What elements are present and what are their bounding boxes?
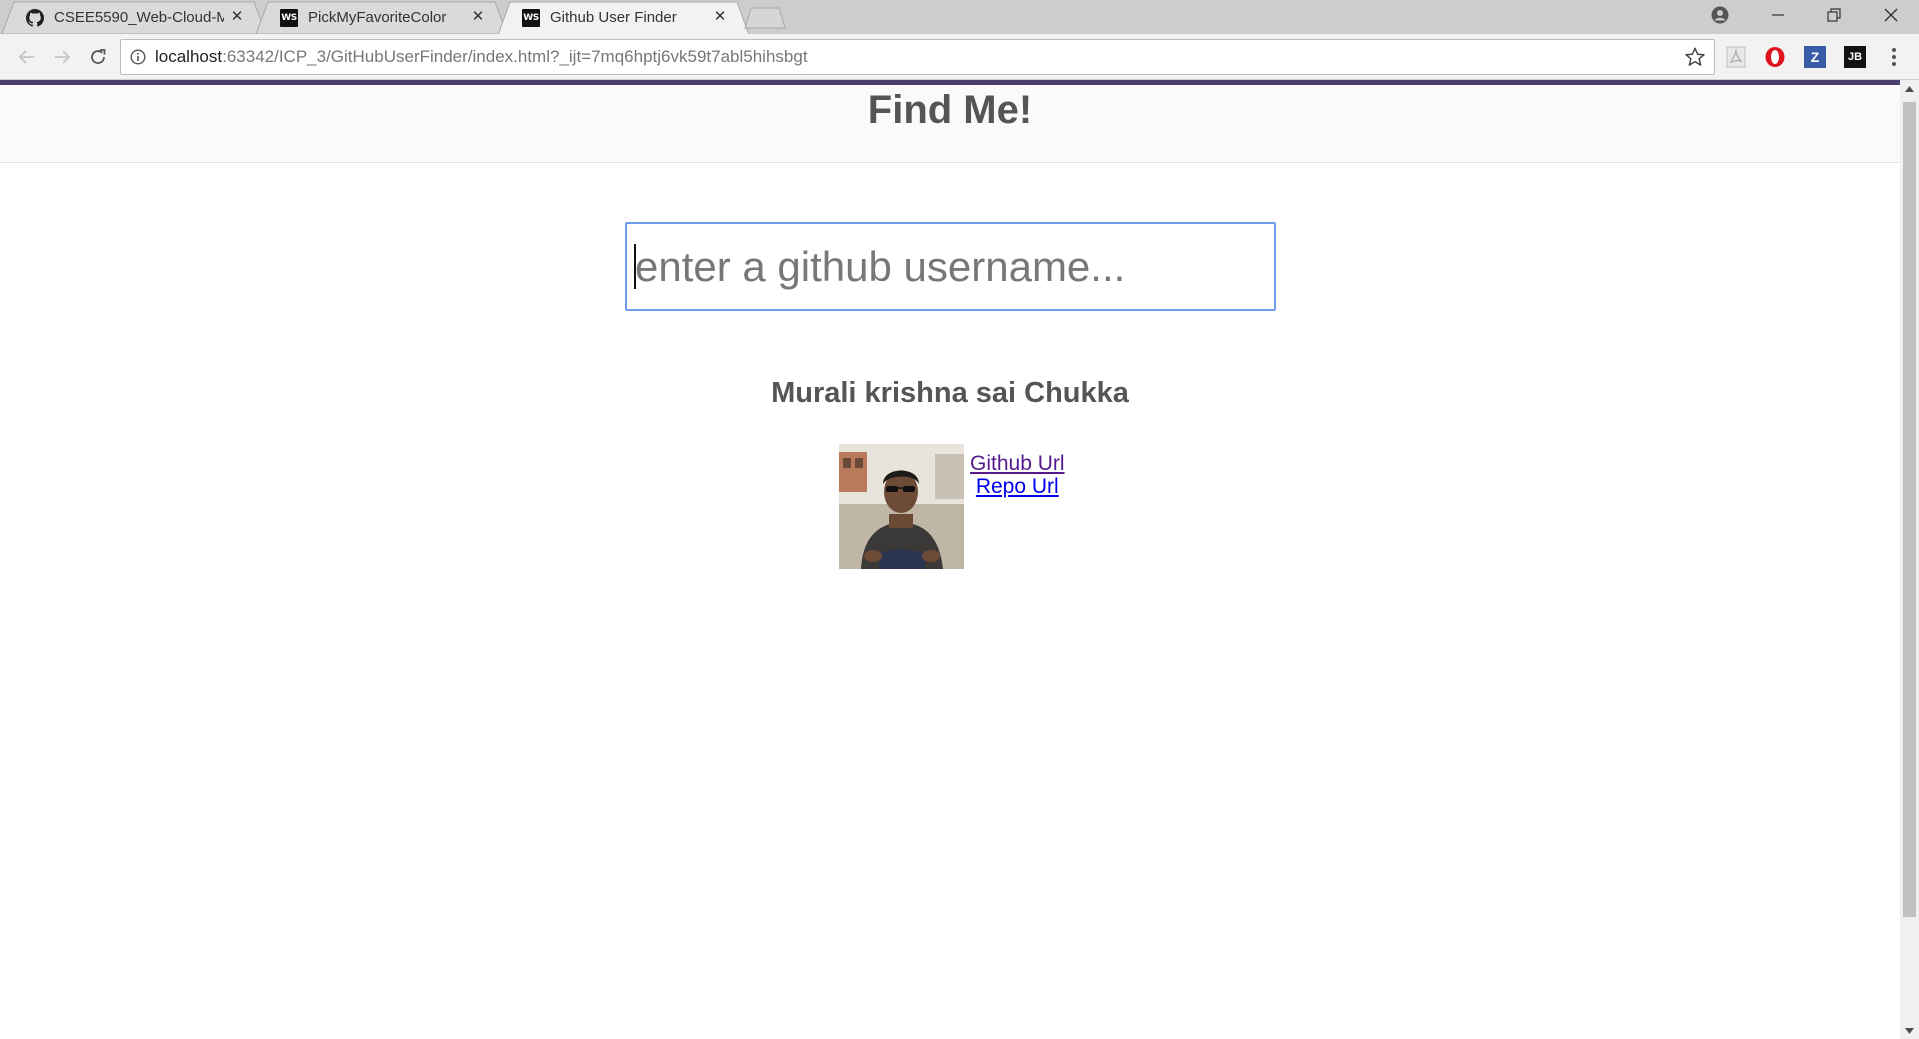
webstorm-icon: WS <box>280 8 298 27</box>
close-tab-icon[interactable]: ✕ <box>471 9 485 24</box>
close-tab-icon[interactable]: ✕ <box>230 9 244 24</box>
tab-title: Github User Finder <box>550 9 677 26</box>
browser-toolbar: localhost:63342/ICP_3/GitHubUserFinder/i… <box>0 34 1919 80</box>
tab-csee5590[interactable]: CSEE5590_Web-Cloud-M ✕ <box>0 1 268 34</box>
tab-strip: CSEE5590_Web-Cloud-M ✕ WS PickMyFavorite… <box>0 0 1919 34</box>
search-container <box>625 222 1276 311</box>
address-bar[interactable]: localhost:63342/ICP_3/GitHubUserFinder/i… <box>120 39 1715 75</box>
reload-icon[interactable] <box>84 43 112 71</box>
info-icon[interactable] <box>121 49 155 65</box>
user-avatar <box>839 444 964 569</box>
vertical-scrollbar[interactable] <box>1900 80 1919 1039</box>
pdf-extension-icon[interactable] <box>1725 46 1747 68</box>
page-header: Find Me! <box>0 85 1900 163</box>
tab-title: CSEE5590_Web-Cloud-M <box>54 9 224 26</box>
close-tab-icon[interactable]: ✕ <box>713 9 727 24</box>
tab-pickmyfavoritecolor[interactable]: WS PickMyFavoriteColor ✕ <box>254 1 509 34</box>
url-path: :63342/ICP_3/GitHubUserFinder/index.html… <box>222 47 808 66</box>
github-url-link[interactable]: Github Url <box>970 452 1065 475</box>
forward-arrow-icon[interactable] <box>48 43 76 71</box>
url-text: localhost:63342/ICP_3/GitHubUserFinder/i… <box>155 47 808 67</box>
tab-github-user-finder[interactable]: WS Github User Finder ✕ <box>496 1 751 34</box>
github-icon <box>26 8 44 27</box>
repo-url-link[interactable]: Repo Url <box>976 475 1059 498</box>
close-window-icon[interactable] <box>1863 0 1919 30</box>
jetbrains-icon[interactable]: JB <box>1844 46 1866 68</box>
page-title: Find Me! <box>867 88 1033 132</box>
tab-title: PickMyFavoriteColor <box>308 9 447 26</box>
back-arrow-icon[interactable] <box>13 43 41 71</box>
minimize-icon[interactable] <box>1750 0 1806 30</box>
scrollbar-thumb[interactable] <box>1903 102 1916 917</box>
bookmark-star-icon[interactable] <box>1684 46 1706 68</box>
user-links: Github Url Repo Url <box>970 452 1065 498</box>
new-tab-button[interactable] <box>743 7 787 29</box>
webstorm-icon: WS <box>522 8 540 27</box>
text-caret <box>634 244 636 289</box>
user-name: Murali krishna sai Chukka <box>771 377 1129 409</box>
menu-kebab-icon[interactable] <box>1883 46 1905 68</box>
zotero-icon[interactable]: Z <box>1804 46 1826 68</box>
url-host: localhost <box>155 47 223 66</box>
page-viewport: Find Me! Murali krishna sai Chukka <box>0 80 1900 1039</box>
scroll-down-icon[interactable] <box>1900 1022 1919 1039</box>
restore-icon[interactable] <box>1806 0 1862 30</box>
github-username-input[interactable] <box>625 222 1276 311</box>
scroll-up-icon[interactable] <box>1900 80 1919 97</box>
opera-icon[interactable] <box>1764 46 1786 68</box>
profile-icon[interactable] <box>1692 0 1748 30</box>
user-card: Github Url Repo Url <box>839 444 1065 569</box>
